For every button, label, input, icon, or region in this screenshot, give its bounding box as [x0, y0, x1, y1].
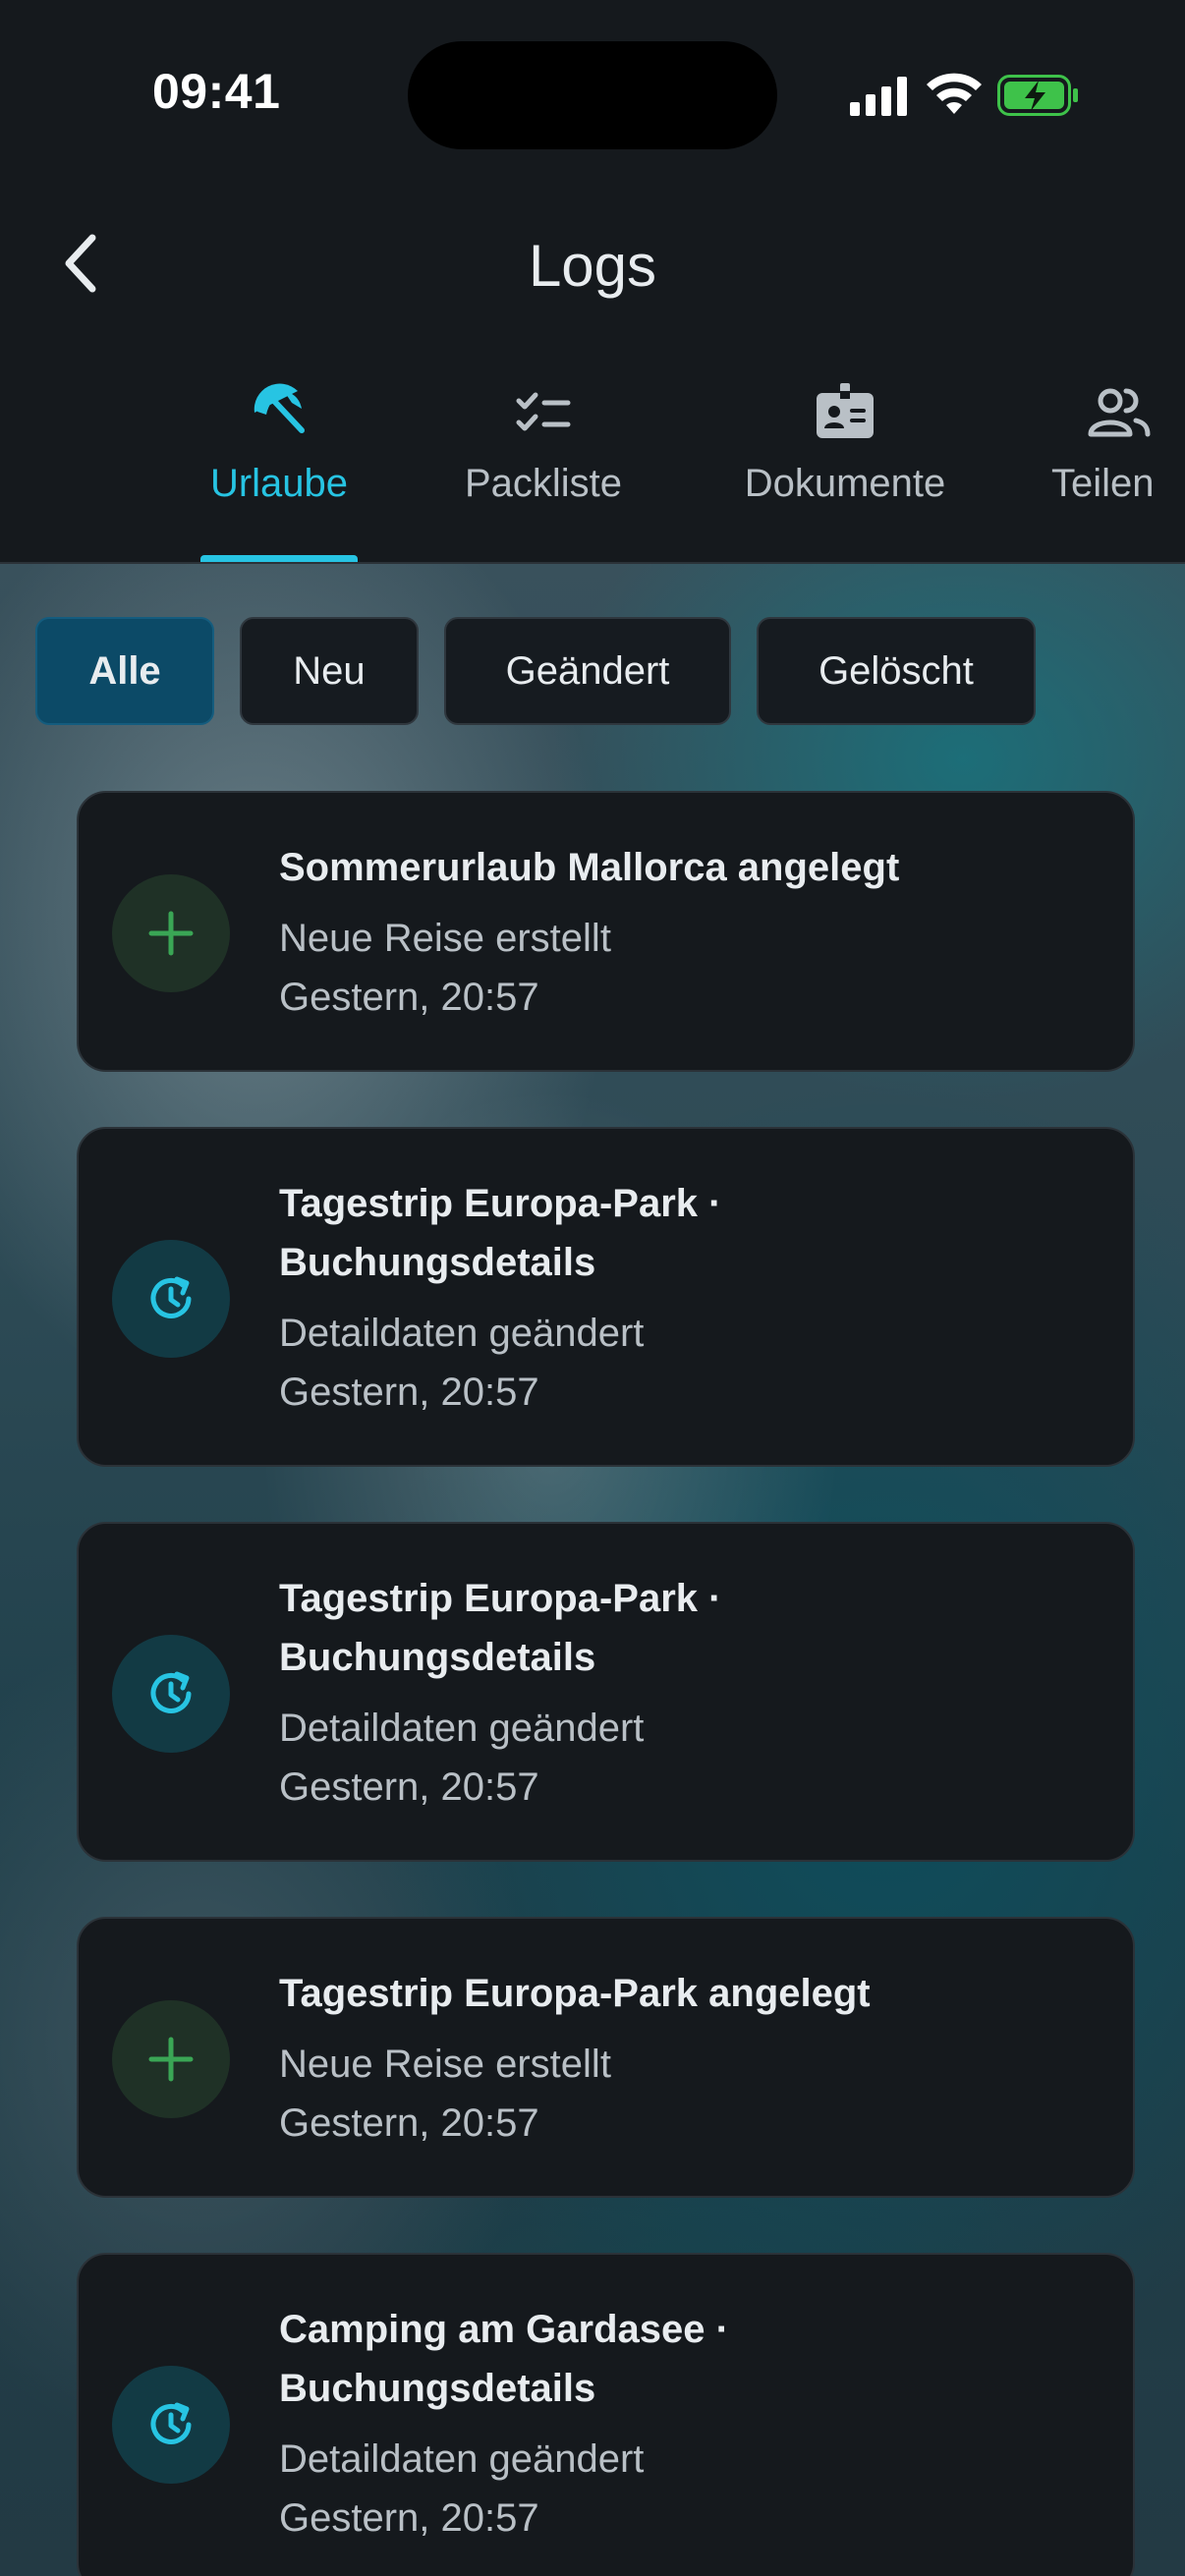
- log-subtitle: Detaildaten geändert: [279, 1312, 645, 1355]
- id-badge-icon: [817, 383, 874, 438]
- log-title-line1: Tagestrip Europa-Park ·: [279, 1577, 722, 1620]
- tab-teilen[interactable]: Teilen: [1051, 371, 1185, 563]
- log-card-body: Tagestrip Europa-Park angelegt Neue Reis…: [279, 1964, 1094, 2153]
- tab-label: Teilen: [1051, 462, 1155, 505]
- log-subtitle: Neue Reise erstellt: [279, 2043, 611, 2086]
- plus-icon: [148, 911, 194, 956]
- log-card-body: Tagestrip Europa-Park · Buchungsdetails …: [279, 1569, 1094, 1817]
- log-card[interactable]: Tagestrip Europa-Park · Buchungsdetails …: [77, 1127, 1135, 1467]
- log-title-line1: Tagestrip Europa-Park ·: [279, 1182, 722, 1225]
- tab-dokumente[interactable]: Dokumente: [727, 371, 963, 563]
- status-bar: 09:41: [0, 0, 1185, 187]
- screen: 09:41 Logs Urlaube Packliste Dokumente T…: [0, 0, 1185, 2576]
- signal-icon: [850, 77, 907, 116]
- log-time: Gestern, 20:57: [279, 2496, 539, 2540]
- log-list-area[interactable]: Alle Neu Geändert Gelöscht Sommerurlaub …: [0, 563, 1185, 2576]
- tab-packliste[interactable]: Packliste: [450, 371, 637, 563]
- wifi-icon: [927, 73, 982, 114]
- log-time: Gestern, 20:57: [279, 2101, 539, 2145]
- log-time: Gestern, 20:57: [279, 1371, 539, 1414]
- added-icon-badge: [112, 2000, 230, 2118]
- nav-bar: Logs: [0, 196, 1185, 334]
- filter-chip-neu[interactable]: Neu: [240, 617, 419, 725]
- log-card-body: Sommerurlaub Mallorca angelegt Neue Reis…: [279, 838, 1094, 1027]
- log-title: Sommerurlaub Mallorca angelegt: [279, 846, 900, 889]
- tab-label: Urlaube: [209, 462, 349, 505]
- header: 09:41 Logs Urlaube Packliste Dokumente T…: [0, 0, 1185, 563]
- log-card-body: Tagestrip Europa-Park · Buchungsdetails …: [279, 1174, 1094, 1422]
- log-card[interactable]: Camping am Gardasee · Buchungsdetails De…: [77, 2253, 1135, 2576]
- plus-icon: [148, 2037, 194, 2082]
- log-title-line2: Buchungsdetails: [279, 2367, 596, 2410]
- changed-icon-badge: [112, 1240, 230, 1358]
- battery-icon: [997, 75, 1078, 116]
- log-subtitle: Detaildaten geändert: [279, 2437, 645, 2481]
- checklist-icon: [516, 392, 571, 431]
- log-title-line2: Buchungsdetails: [279, 1241, 596, 1284]
- page-title: Logs: [528, 233, 657, 299]
- log-time: Gestern, 20:57: [279, 1765, 539, 1809]
- filter-chip-geaendert[interactable]: Geändert: [444, 617, 731, 725]
- tab-bar: Urlaube Packliste Dokumente Teilen: [0, 371, 1185, 563]
- history-icon: [150, 2402, 192, 2444]
- added-icon-badge: [112, 874, 230, 992]
- log-title-line1: Camping am Gardasee ·: [279, 2308, 729, 2351]
- log-card[interactable]: Tagestrip Europa-Park · Buchungsdetails …: [77, 1522, 1135, 1862]
- beach-umbrella-icon: [254, 383, 305, 433]
- tab-urlaube[interactable]: Urlaube: [193, 371, 366, 563]
- log-card[interactable]: Sommerurlaub Mallorca angelegt Neue Reis…: [77, 791, 1135, 1072]
- dynamic-island: [408, 41, 777, 149]
- changed-icon-badge: [112, 2366, 230, 2484]
- log-title-line2: Buchungsdetails: [279, 1636, 596, 1679]
- log-card-body: Camping am Gardasee · Buchungsdetails De…: [279, 2300, 1094, 2548]
- log-card[interactable]: Tagestrip Europa-Park angelegt Neue Reis…: [77, 1917, 1135, 2198]
- log-time: Gestern, 20:57: [279, 976, 539, 1019]
- status-time: 09:41: [152, 64, 281, 119]
- tab-label: Packliste: [464, 462, 623, 505]
- log-title: Tagestrip Europa-Park angelegt: [279, 1972, 871, 2015]
- changed-icon-badge: [112, 1635, 230, 1753]
- filter-chip-geloescht[interactable]: Gelöscht: [757, 617, 1036, 725]
- log-subtitle: Neue Reise erstellt: [279, 917, 611, 960]
- filter-chip-alle[interactable]: Alle: [35, 617, 214, 725]
- log-subtitle: Detaildaten geändert: [279, 1707, 645, 1750]
- history-icon: [150, 1671, 192, 1713]
- divider: [0, 562, 1185, 564]
- history-icon: [150, 1276, 192, 1318]
- people-icon: [1088, 388, 1151, 437]
- tab-label: Dokumente: [744, 462, 946, 505]
